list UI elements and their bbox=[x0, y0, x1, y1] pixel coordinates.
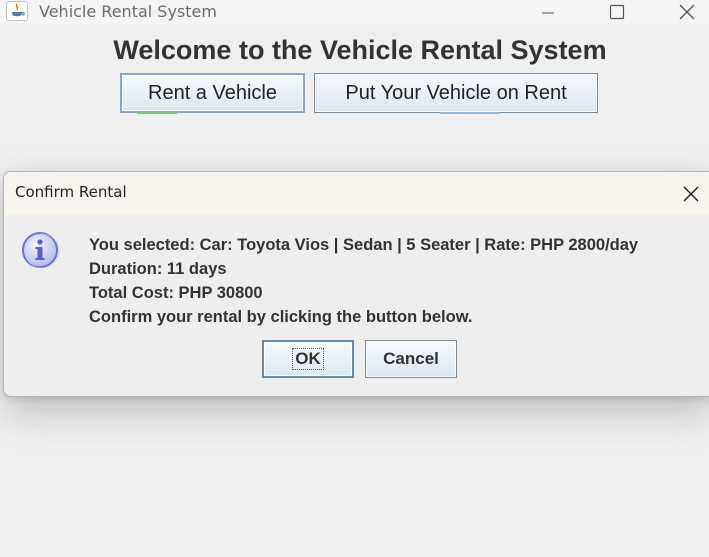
maximize-button[interactable] bbox=[594, 0, 640, 24]
dialog-message: You selected: Car: Toyota Vios | Sedan |… bbox=[89, 233, 638, 329]
dialog-title: Confirm Rental bbox=[15, 183, 127, 201]
selection-line: You selected: Car: Toyota Vios | Sedan |… bbox=[89, 236, 639, 254]
close-icon bbox=[683, 186, 699, 202]
dialog-titlebar: Confirm Rental bbox=[4, 172, 709, 215]
minimize-icon bbox=[542, 12, 554, 14]
ok-button-label: OK bbox=[292, 348, 324, 370]
cancel-button[interactable]: Cancel bbox=[365, 340, 457, 378]
info-icon bbox=[20, 230, 60, 270]
total-cost-line: Total Cost: PHP 30800 bbox=[89, 284, 263, 302]
confirm-rental-dialog: Confirm Rental You selected: Car: Toyota… bbox=[3, 171, 709, 397]
ok-button[interactable]: OK bbox=[262, 340, 354, 378]
java-icon[interactable] bbox=[6, 1, 28, 21]
confirm-instruction-line: Confirm your rental by clicking the butt… bbox=[89, 308, 473, 326]
window-titlebar: Vehicle Rental System bbox=[0, 0, 709, 24]
window-title: Vehicle Rental System bbox=[39, 2, 217, 21]
partial-element-green bbox=[137, 112, 177, 114]
close-icon bbox=[679, 4, 695, 20]
put-vehicle-on-rent-button[interactable]: Put Your Vehicle on Rent bbox=[314, 73, 598, 113]
rent-vehicle-button[interactable]: Rent a Vehicle bbox=[120, 73, 305, 113]
welcome-heading: Welcome to the Vehicle Rental System bbox=[113, 35, 607, 65]
partial-element-blue bbox=[440, 112, 500, 114]
minimize-button[interactable] bbox=[525, 0, 571, 24]
dialog-close-button[interactable] bbox=[680, 183, 702, 205]
maximize-icon bbox=[609, 4, 625, 20]
duration-line: Duration: 11 days bbox=[89, 260, 227, 278]
window-close-button[interactable] bbox=[664, 0, 709, 24]
